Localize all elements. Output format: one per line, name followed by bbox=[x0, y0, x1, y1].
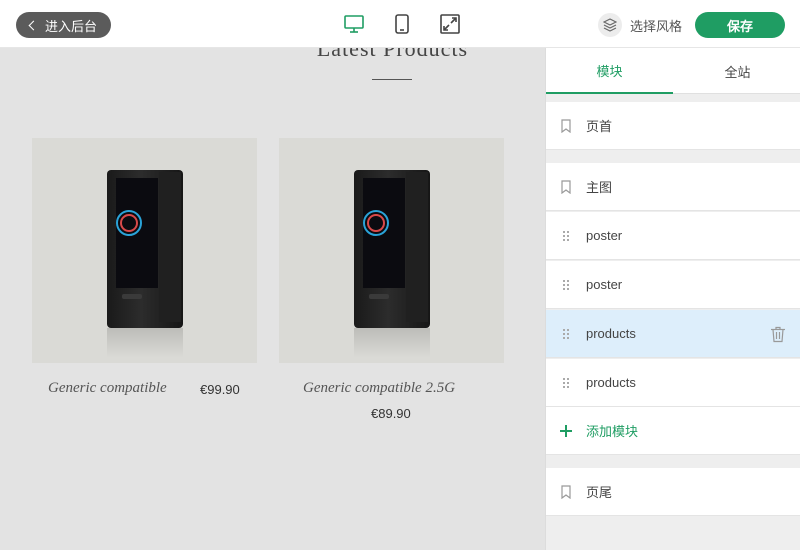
module-label: products bbox=[586, 326, 636, 341]
top-toolbar: 进入后台 选择风格 保存 bbox=[0, 0, 800, 48]
product-image[interactable] bbox=[279, 138, 504, 363]
modules-panel: 模块 全站 页首 主图 poster poster products produ… bbox=[545, 48, 800, 550]
back-to-admin-button[interactable]: 进入后台 bbox=[16, 12, 112, 38]
save-button[interactable]: 保存 bbox=[695, 12, 785, 38]
title-divider bbox=[372, 79, 412, 80]
product-device-illustration bbox=[107, 170, 183, 328]
trash-icon[interactable] bbox=[770, 326, 786, 343]
drag-handle-icon[interactable] bbox=[546, 279, 586, 290]
choose-style-label: 选择风格 bbox=[630, 18, 683, 34]
module-row-footer[interactable]: 页尾 bbox=[546, 468, 800, 516]
choose-style-button[interactable]: 选择风格 bbox=[598, 13, 682, 37]
module-row[interactable]: products bbox=[546, 359, 800, 407]
module-label: products bbox=[586, 375, 636, 390]
section-title-wrap: Latest Products bbox=[0, 48, 545, 78]
tab-site[interactable]: 全站 bbox=[674, 48, 800, 94]
product-name[interactable]: Generic compatible bbox=[48, 380, 167, 397]
product-device-illustration bbox=[354, 170, 430, 328]
tab-modules[interactable]: 模块 bbox=[546, 48, 673, 94]
module-row[interactable]: poster bbox=[546, 212, 800, 260]
drag-handle-icon[interactable] bbox=[546, 328, 586, 339]
product-card-1[interactable] bbox=[32, 138, 257, 363]
chevron-left-icon bbox=[28, 20, 39, 30]
product-price: €99.90 bbox=[200, 382, 240, 397]
plus-icon bbox=[546, 424, 586, 437]
bookmark-icon bbox=[546, 484, 586, 499]
mobile-icon[interactable] bbox=[390, 12, 414, 36]
product-image[interactable] bbox=[32, 138, 257, 363]
module-label: 主图 bbox=[586, 180, 613, 195]
panel-tabs: 模块 全站 bbox=[546, 48, 800, 94]
section-title: Latest Products bbox=[316, 48, 469, 61]
drag-handle-icon[interactable] bbox=[546, 377, 586, 388]
module-row-header[interactable]: 页首 bbox=[546, 102, 800, 150]
bookmark-icon bbox=[546, 179, 586, 194]
product-name[interactable]: Generic compatible 2.5G bbox=[303, 380, 455, 397]
module-label: poster bbox=[586, 228, 623, 243]
module-label: 页尾 bbox=[586, 485, 613, 500]
module-row-selected[interactable]: products bbox=[546, 310, 800, 358]
module-row[interactable]: 主图 bbox=[546, 163, 800, 211]
module-label: 页首 bbox=[586, 119, 613, 134]
layers-icon bbox=[598, 13, 622, 37]
bookmark-icon bbox=[546, 118, 586, 133]
fullscreen-icon[interactable] bbox=[438, 12, 462, 36]
product-price: €89.90 bbox=[371, 406, 411, 421]
module-label: poster bbox=[586, 277, 623, 292]
drag-handle-icon[interactable] bbox=[546, 230, 586, 241]
module-row[interactable]: poster bbox=[546, 261, 800, 309]
page-preview: Latest Products Generic compatible €99.9… bbox=[0, 48, 545, 550]
add-module-button[interactable]: 添加模块 bbox=[546, 407, 800, 455]
desktop-icon[interactable] bbox=[342, 12, 366, 36]
back-label: 进入后台 bbox=[45, 18, 98, 34]
add-module-label: 添加模块 bbox=[586, 424, 639, 439]
product-card-2[interactable] bbox=[279, 138, 504, 363]
